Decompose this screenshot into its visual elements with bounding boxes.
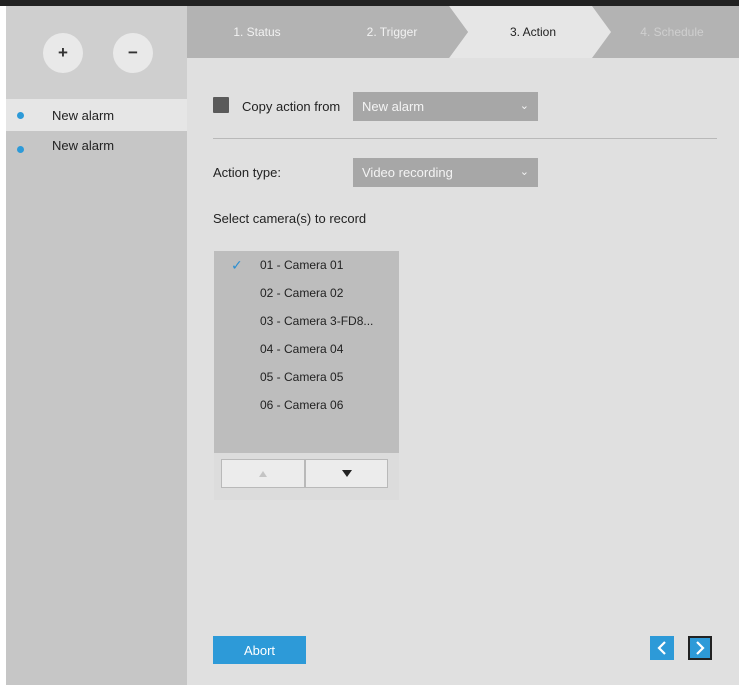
- copy-action-value: New alarm: [362, 99, 425, 114]
- camera-label: 02 - Camera 02: [260, 286, 344, 300]
- next-step-button[interactable]: [688, 636, 712, 660]
- camera-list-item[interactable]: 02 - Camera 02: [214, 279, 399, 307]
- copy-action-label: Copy action from: [242, 99, 341, 114]
- camera-list-item[interactable]: 06 - Camera 06: [214, 391, 399, 419]
- camera-list: ✓ 01 - Camera 01 02 - Camera 02 03 - Cam…: [214, 251, 399, 500]
- triangle-up-icon: [259, 470, 267, 477]
- camera-label: 05 - Camera 05: [260, 370, 344, 384]
- remove-alarm-button[interactable]: −: [113, 33, 153, 73]
- tab-action[interactable]: 3. Action: [493, 6, 573, 58]
- minus-icon: −: [128, 43, 138, 62]
- camera-label: 01 - Camera 01: [260, 258, 344, 272]
- chevron-down-icon: ⌄: [519, 100, 529, 112]
- copy-action-select[interactable]: New alarm ⌄: [353, 92, 538, 121]
- abort-button[interactable]: Abort: [213, 636, 306, 664]
- previous-step-button[interactable]: [650, 636, 674, 660]
- tab-status[interactable]: 1. Status: [212, 6, 302, 58]
- camera-label: 03 - Camera 3-FD8...: [260, 314, 374, 328]
- camera-list-item[interactable]: 04 - Camera 04: [214, 335, 399, 363]
- alarm-sidebar: + − New alarm New alarm: [6, 6, 187, 685]
- scroll-up-button[interactable]: [221, 459, 305, 488]
- action-type-label: Action type:: [213, 165, 281, 180]
- alarm-list-item[interactable]: New alarm: [6, 99, 187, 131]
- wizard-steps: 1. Status 2. Trigger 3. Action 4. Schedu…: [187, 6, 739, 58]
- tab-schedule: 4. Schedule: [640, 25, 704, 39]
- copy-action-checkbox[interactable]: [213, 97, 229, 113]
- tab-trigger[interactable]: 2. Trigger: [352, 6, 432, 58]
- camera-label: 06 - Camera 06: [260, 398, 344, 412]
- action-panel: 1. Status 2. Trigger 3. Action 4. Schedu…: [187, 6, 739, 685]
- alarm-status-dot-icon: [17, 111, 24, 119]
- action-type-select[interactable]: Video recording ⌄: [353, 158, 538, 187]
- camera-list-pager: [214, 453, 399, 500]
- triangle-down-icon: [341, 470, 352, 477]
- chevron-right-icon: [696, 641, 705, 655]
- divider: [213, 138, 717, 139]
- camera-list-item[interactable]: 03 - Camera 3-FD8...: [214, 307, 399, 335]
- checkmark-icon: ✓: [231, 257, 243, 273]
- scroll-down-button[interactable]: [305, 459, 388, 488]
- chevron-left-icon: [657, 641, 666, 655]
- camera-list-item[interactable]: ✓ 01 - Camera 01: [214, 251, 399, 279]
- alarm-label: New alarm: [52, 107, 115, 123]
- camera-label: 04 - Camera 04: [260, 342, 344, 356]
- plus-icon: +: [58, 43, 68, 62]
- action-type-value: Video recording: [362, 165, 453, 180]
- alarm-status-dot-icon: [17, 146, 24, 153]
- camera-list-item[interactable]: 05 - Camera 05: [214, 363, 399, 391]
- chevron-down-icon: ⌄: [519, 166, 529, 178]
- add-alarm-button[interactable]: +: [43, 33, 83, 73]
- alarm-label: New alarm: [52, 138, 115, 153]
- camera-select-heading: Select camera(s) to record: [213, 211, 367, 226]
- sidebar-toolbar: + −: [6, 6, 187, 99]
- alarm-list-item[interactable]: New alarm: [6, 137, 187, 169]
